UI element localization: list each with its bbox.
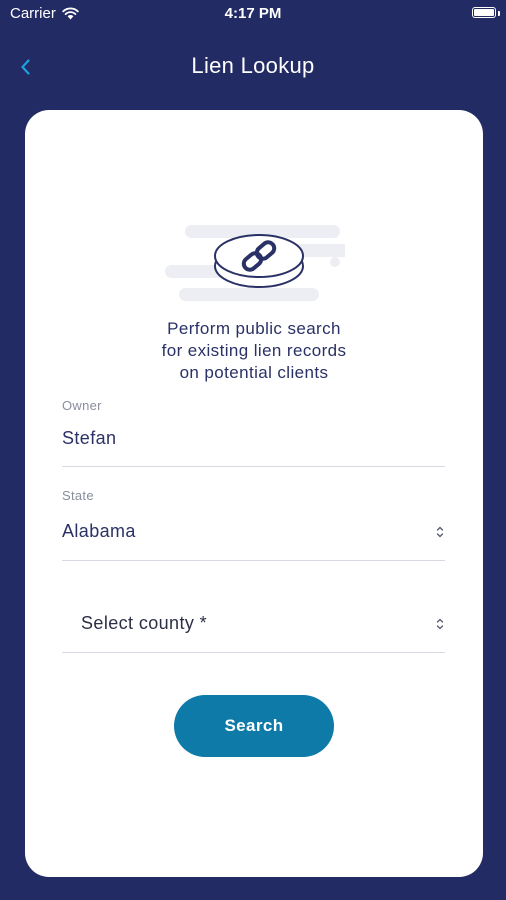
intro-line-3: on potential clients xyxy=(179,363,329,382)
state-value: Alabama xyxy=(62,521,136,541)
state-select[interactable]: State Alabama xyxy=(62,482,445,561)
owner-field[interactable]: Owner Stefan xyxy=(62,390,445,467)
status-bar: Carrier 4:17 PM xyxy=(0,0,506,28)
owner-label: Owner xyxy=(62,398,102,413)
county-select[interactable]: Select county * xyxy=(62,584,445,653)
state-label: State xyxy=(62,488,94,503)
search-button[interactable]: Search xyxy=(174,695,334,757)
chain-link-coin-icon xyxy=(165,225,345,301)
battery-level xyxy=(474,9,494,16)
intro-text: Perform public search for existing lien … xyxy=(25,318,483,384)
status-time: 4:17 PM xyxy=(224,5,282,22)
battery-icon xyxy=(472,7,496,18)
nav-bar: Lien Lookup xyxy=(0,40,506,92)
intro-line-1: Perform public search xyxy=(167,319,341,338)
page-title: Lien Lookup xyxy=(191,53,315,78)
intro-line-2: for existing lien records xyxy=(161,341,347,360)
up-down-chevron-icon xyxy=(436,526,444,538)
lookup-card: Perform public search for existing lien … xyxy=(25,110,483,877)
up-down-chevron-icon xyxy=(436,618,444,630)
battery-nub xyxy=(498,11,500,16)
owner-input[interactable]: Stefan xyxy=(62,428,116,449)
county-placeholder: Select county * xyxy=(81,613,208,633)
lien-lookup-screen: Carrier 4:17 PM Lien Lookup Perform publ… xyxy=(0,0,506,900)
